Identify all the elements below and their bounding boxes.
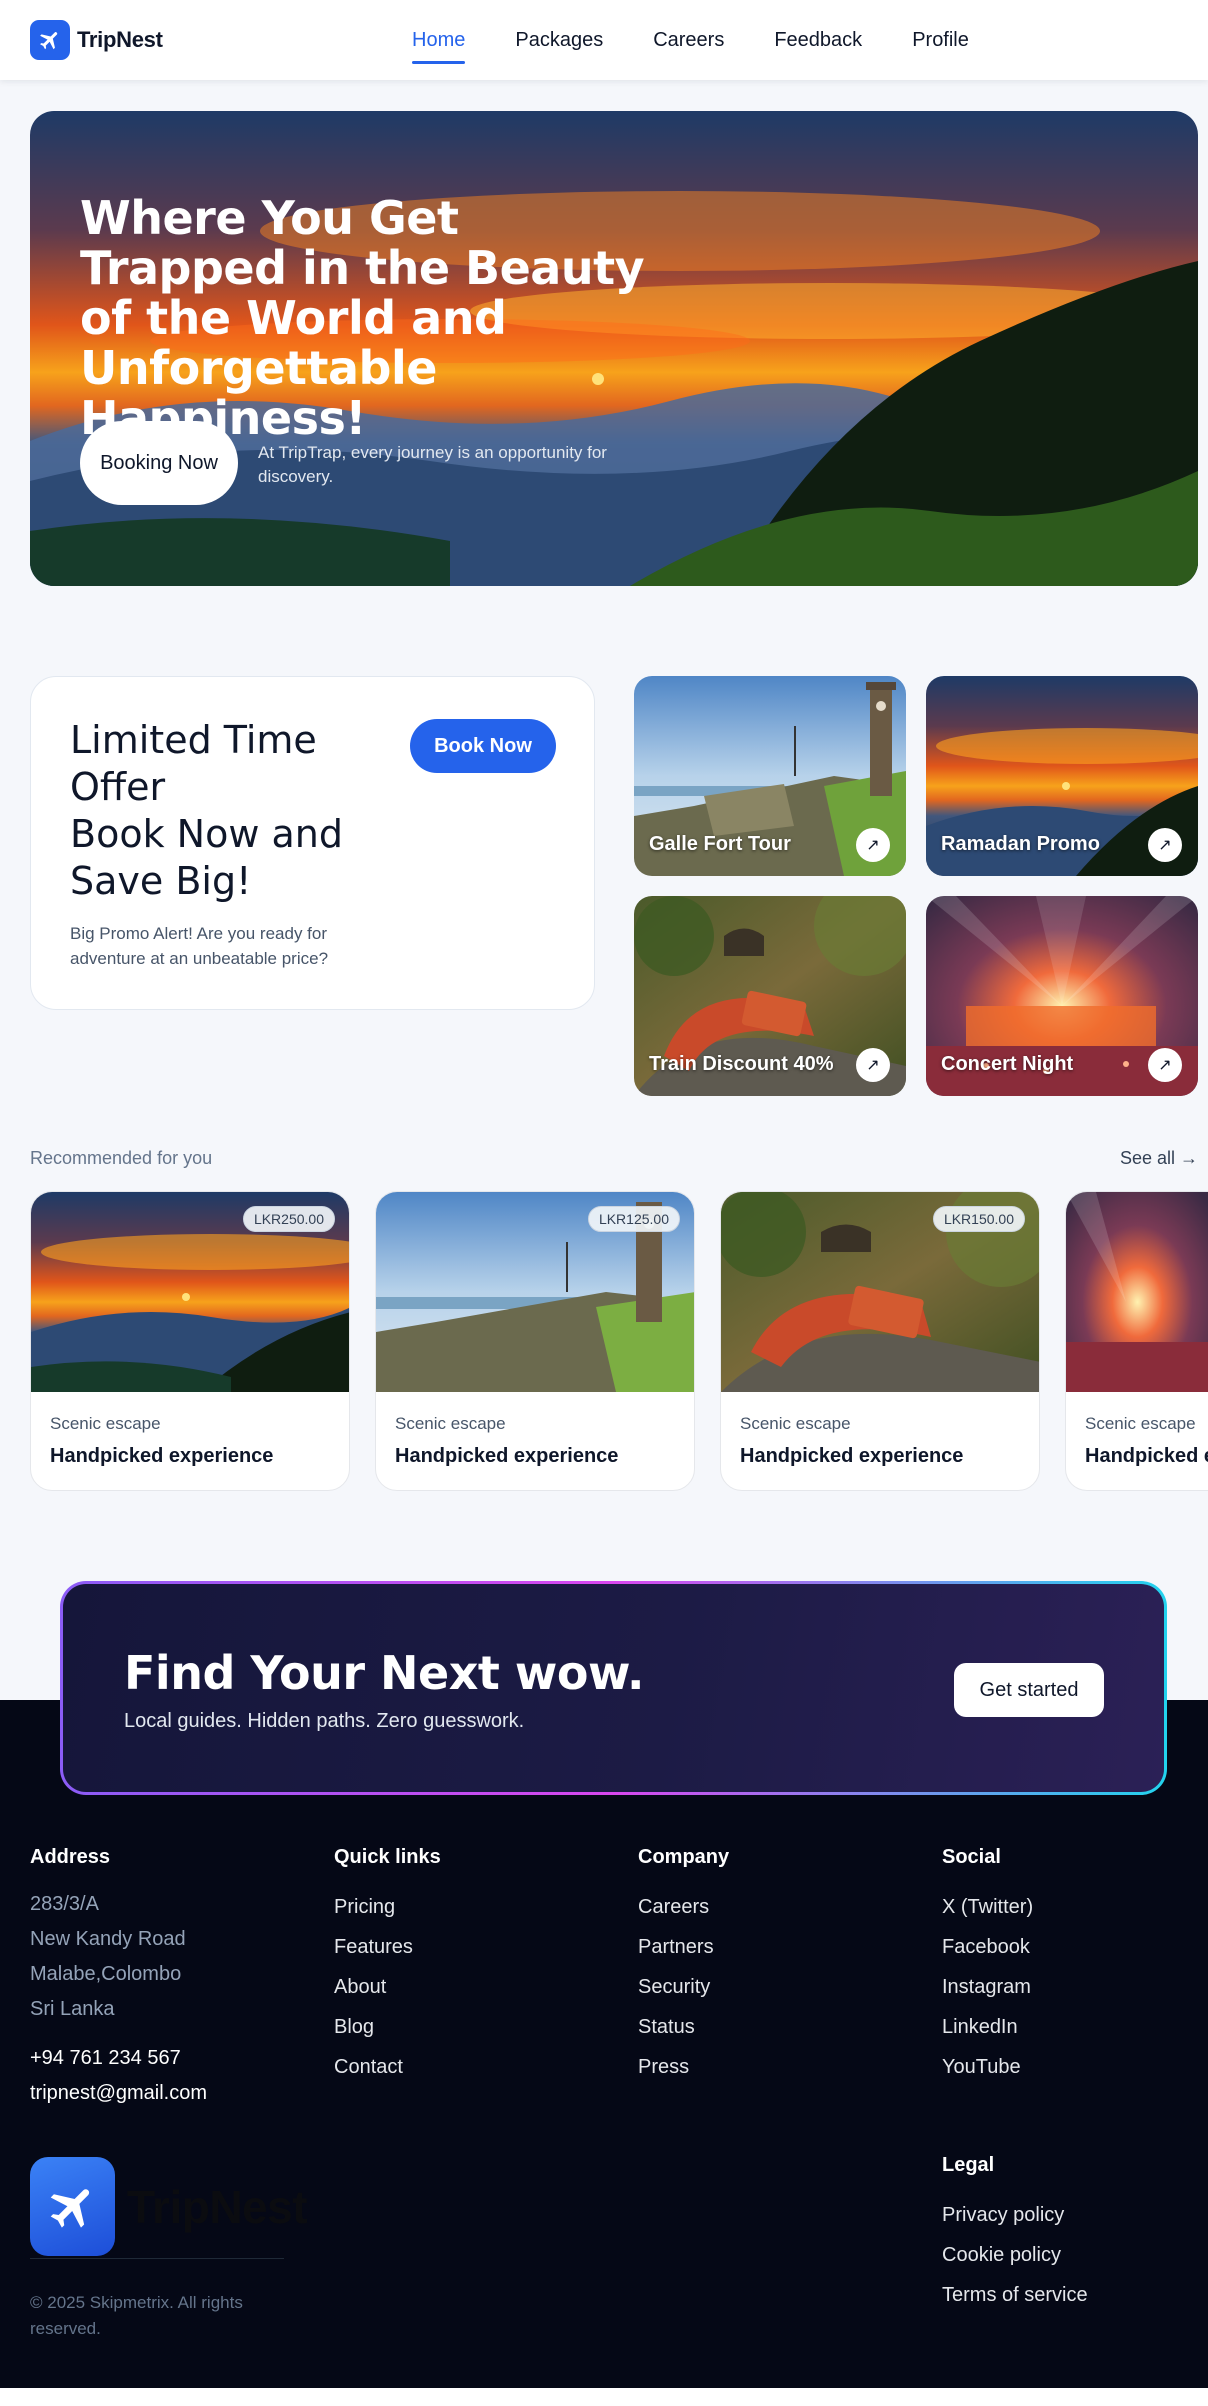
tile-label: Concert Night (941, 1053, 1074, 1075)
nav-link-home[interactable]: Home (412, 0, 466, 80)
card-concert-image (1066, 1192, 1208, 1392)
footer-link-careers[interactable]: Careers (638, 1887, 729, 1927)
nav-link-careers[interactable]: Careers (653, 0, 724, 80)
recommended-heading: Recommended for you (30, 1148, 213, 1168)
address-line: New Kandy Road (30, 1928, 186, 1950)
address-line: Sri Lanka (30, 1998, 115, 2020)
footer-logo[interactable]: TripNest (30, 2157, 308, 2256)
copyright-text: © 2025 Skipmetrix. All rights reserved. (30, 2293, 243, 2338)
promo-title: Limited Time Offer Book Now and Save Big… (70, 717, 390, 905)
footer-link-contact[interactable]: Contact (334, 2047, 441, 2087)
recommended-card[interactable]: LKR250.00 Scenic escape Handpicked exper… (30, 1191, 350, 1491)
price-badge: LKR150.00 (932, 1206, 1025, 1232)
footer-link-youtube[interactable]: YouTube (942, 2047, 1033, 2087)
recommended-card[interactable]: Scenic escape Handpicked experience (1065, 1191, 1208, 1491)
footer-link-pricing[interactable]: Pricing (334, 1887, 441, 1927)
footer-link-linkedin[interactable]: LinkedIn (942, 2007, 1033, 2047)
address-line: Malabe,Colombo (30, 1963, 182, 1985)
phone-number[interactable]: +94 761 234 567 (30, 2041, 207, 2076)
plane-icon (30, 20, 70, 60)
footer-link-about[interactable]: About (334, 1967, 441, 2007)
footer-address-column: Address 283/3/A New Kandy Road Malabe,Co… (30, 1846, 207, 2111)
footer-heading-address: Address (30, 1846, 111, 1868)
book-now-button[interactable]: Book Now (410, 719, 556, 773)
footer-quick-links-column: Quick links Pricing Features About Blog … (334, 1846, 441, 2087)
page: TripNest Home Packages Careers Feedback … (0, 0, 1208, 2406)
email-address[interactable]: tripnest@gmail.com (30, 2076, 207, 2111)
promo-title-line1: Limited Time Offer (70, 718, 317, 809)
brand-logo[interactable]: TripNest (30, 20, 163, 60)
promo-title-line2: Book Now and Save Big! (70, 812, 343, 903)
cta-inner: Find Your Next wow. Local guides. Hidden… (63, 1584, 1164, 1792)
cta-subtitle: Local guides. Hidden paths. Zero guesswo… (124, 1710, 525, 1732)
arrow-up-right-icon[interactable]: ↗ (1148, 828, 1182, 862)
card-category: Scenic escape (740, 1414, 851, 1433)
tile-ramadan-promo[interactable]: Ramadan Promo ↗ (926, 676, 1198, 876)
nav-link-feedback[interactable]: Feedback (774, 0, 862, 80)
price-badge: LKR250.00 (242, 1206, 335, 1232)
footer-link-cookie[interactable]: Cookie policy (942, 2235, 1088, 2275)
recommended-card[interactable]: LKR150.00 Scenic escape Handpicked exper… (720, 1191, 1040, 1491)
address-line: 283/3/A (30, 1893, 99, 1915)
cta-title: Find Your Next wow. (124, 1646, 645, 1700)
card-category: Scenic escape (50, 1414, 161, 1433)
footer-divider (30, 2258, 284, 2259)
tile-galle-fort[interactable]: Galle Fort Tour ↗ (634, 676, 906, 876)
footer-link-facebook[interactable]: Facebook (942, 1927, 1033, 1967)
footer-link-terms[interactable]: Terms of service (942, 2275, 1088, 2315)
footer-link-partners[interactable]: Partners (638, 1927, 729, 1967)
footer-heading-company: Company (638, 1846, 730, 1868)
footer-link-status[interactable]: Status (638, 2007, 729, 2047)
recommended-card[interactable]: LKR125.00 Scenic escape Handpicked exper… (375, 1191, 695, 1491)
card-category: Scenic escape (1085, 1414, 1196, 1433)
footer-heading-social: Social (942, 1846, 1001, 1868)
tile-train-discount[interactable]: Train Discount 40% ↗ (634, 896, 906, 1096)
hero-subtitle: At TripTrap, every journey is an opportu… (258, 443, 607, 486)
footer-link-twitter[interactable]: X (Twitter) (942, 1887, 1033, 1927)
footer-legal-column: Legal Privacy policy Cookie policy Terms… (942, 2154, 1088, 2315)
footer-heading-quick-links: Quick links (334, 1846, 441, 1868)
card-category: Scenic escape (395, 1414, 506, 1433)
footer-company-column: Company Careers Partners Security Status… (638, 1846, 729, 2087)
hero-banner: Where You Get Trapped in the Beauty of t… (30, 111, 1198, 586)
tile-label: Galle Fort Tour (649, 833, 791, 855)
tile-label: Ramadan Promo (941, 833, 1100, 855)
footer-link-features[interactable]: Features (334, 1927, 441, 1967)
arrow-up-right-icon[interactable]: ↗ (1148, 1048, 1182, 1082)
footer-bottom-strip (0, 2388, 1208, 2406)
arrow-up-right-icon[interactable]: ↗ (856, 1048, 890, 1082)
booking-now-button[interactable]: Booking Now (80, 421, 238, 505)
price-badge: LKR125.00 (587, 1206, 680, 1232)
footer-link-press[interactable]: Press (638, 2047, 729, 2087)
nav-link-profile[interactable]: Profile (912, 0, 969, 80)
top-navbar: TripNest Home Packages Careers Feedback … (0, 0, 1208, 80)
footer-link-security[interactable]: Security (638, 1967, 729, 2007)
promo-card: Limited Time Offer Book Now and Save Big… (30, 676, 595, 1010)
arrow-up-right-icon[interactable]: ↗ (856, 828, 890, 862)
tile-concert-night[interactable]: Concert Night ↗ (926, 896, 1198, 1096)
footer-logo-name: TripNest (127, 2180, 308, 2233)
see-all-link[interactable]: See all → (1120, 1148, 1198, 1169)
card-title: Handpicked experience (740, 1445, 964, 1467)
footer-heading-legal: Legal (942, 2154, 995, 2176)
card-title: Handpicked experience (395, 1445, 619, 1467)
promo-subtitle: Big Promo Alert! Are you ready for adven… (70, 924, 329, 968)
nav-link-packages[interactable]: Packages (515, 0, 603, 80)
plane-icon (30, 2157, 115, 2256)
cta-banner: Find Your Next wow. Local guides. Hidden… (60, 1581, 1167, 1795)
get-started-button[interactable]: Get started (954, 1663, 1104, 1717)
nav-links: Home Packages Careers Feedback Profile (412, 0, 1019, 80)
tile-label: Train Discount 40% (649, 1053, 834, 1075)
footer-link-instagram[interactable]: Instagram (942, 1967, 1033, 2007)
brand-name: TripNest (77, 27, 163, 52)
footer-social-column: Social X (Twitter) Facebook Instagram Li… (942, 1846, 1033, 2087)
hero-title: Where You Get Trapped in the Beauty of t… (80, 191, 645, 445)
footer-link-privacy[interactable]: Privacy policy (942, 2195, 1088, 2235)
card-title: Handpicked experience (50, 1445, 274, 1467)
footer-link-blog[interactable]: Blog (334, 2007, 441, 2047)
card-title: Handpicked experience (1085, 1445, 1208, 1467)
